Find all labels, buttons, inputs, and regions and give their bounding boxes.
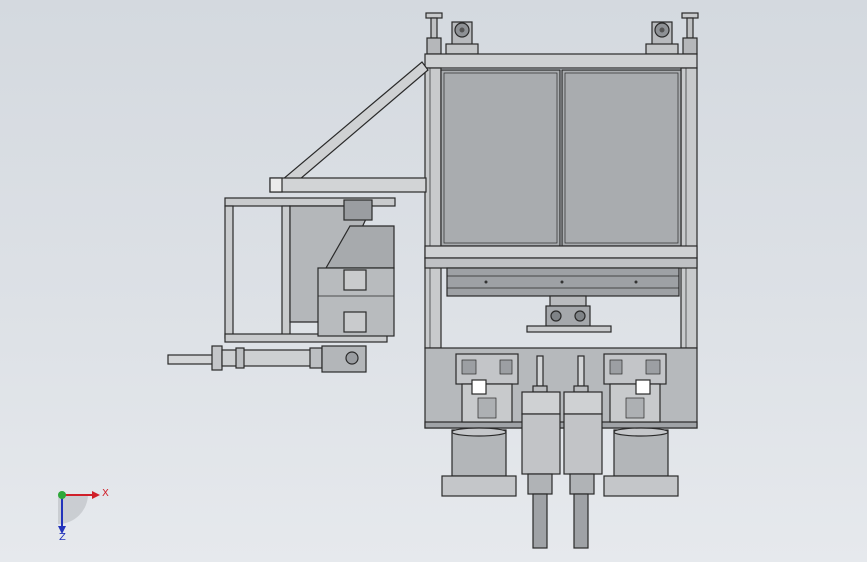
cylinder-base-right[interactable] — [603, 427, 679, 497]
axis-x-label: X — [102, 488, 109, 499]
drive-unit[interactable] — [526, 295, 612, 333]
pneumatic-cylinder[interactable] — [167, 345, 367, 373]
machine-assembly-drawing[interactable] — [0, 0, 867, 562]
cad-viewport[interactable]: X Y Z — [0, 0, 867, 562]
cabinet-door-right[interactable] — [561, 69, 682, 247]
cabinet-door-left[interactable] — [440, 69, 561, 247]
mid-crossbar[interactable] — [424, 245, 698, 269]
leveling-foot-right[interactable] — [681, 12, 699, 55]
conveyor-belt[interactable] — [446, 267, 680, 297]
caster-left[interactable] — [445, 21, 479, 55]
cylinder-base-left[interactable] — [441, 427, 517, 497]
clamp-module-right[interactable] — [603, 353, 667, 423]
horizontal-arm[interactable] — [269, 177, 427, 193]
leveling-foot-left[interactable] — [425, 12, 443, 55]
caster-right[interactable] — [645, 21, 679, 55]
clamp-module-left[interactable] — [455, 353, 519, 423]
axis-z-label: Z — [59, 532, 66, 543]
diagonal-brace[interactable] — [274, 61, 429, 192]
